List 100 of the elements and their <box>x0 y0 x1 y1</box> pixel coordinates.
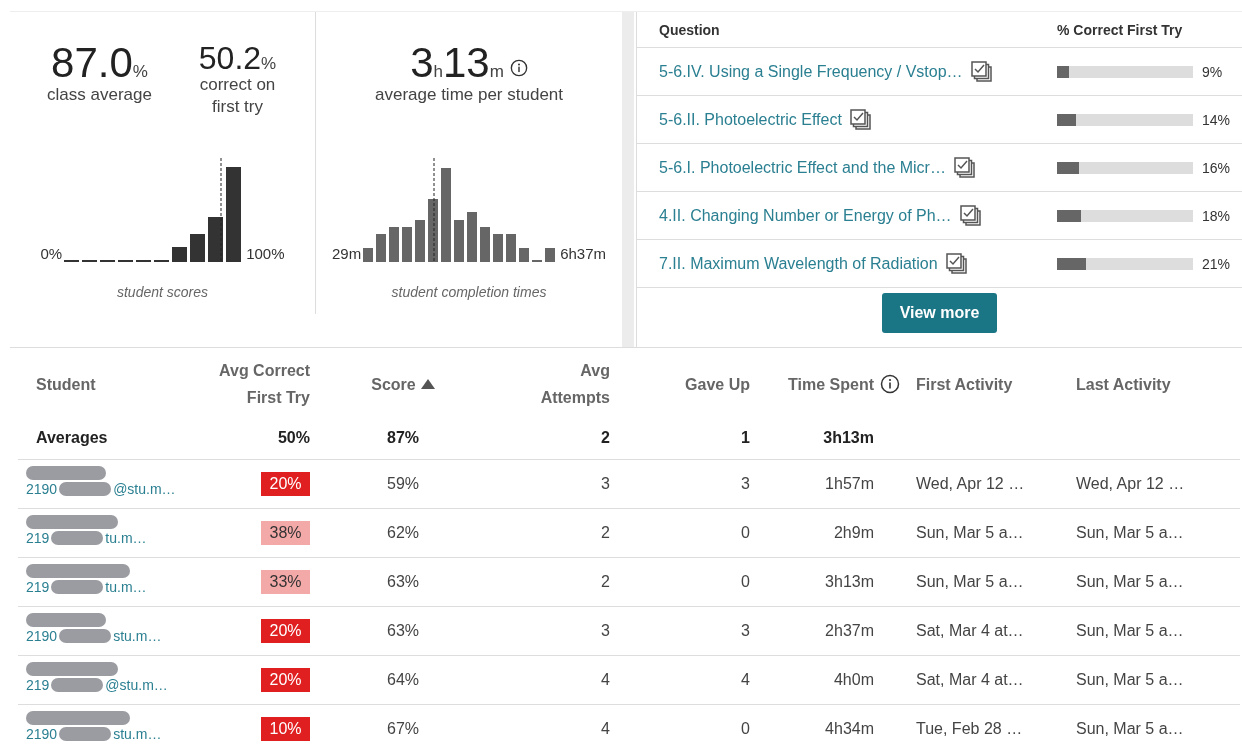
chart-caption: student scores <box>116 284 209 300</box>
histogram-bar <box>506 234 517 262</box>
histogram-bar <box>172 247 188 262</box>
table-cell: 3 <box>488 459 618 508</box>
column-header: Question <box>658 21 721 38</box>
percent-text: 14% <box>1202 111 1231 128</box>
column-header[interactable]: Avg Attempts <box>510 357 610 411</box>
table-cell: 62% <box>318 508 488 557</box>
histogram-bar <box>519 248 530 262</box>
table-cell: Sun, Mar 5 a… <box>1068 655 1240 704</box>
table-cell: Sun, Mar 5 a… <box>1068 557 1240 606</box>
axis-label: 6h37m <box>560 245 607 262</box>
email-text[interactable]: @stu.m… <box>105 676 168 693</box>
table-cell: Sun, Mar 5 a… <box>908 557 1068 606</box>
email-text[interactable]: tu.m… <box>105 578 147 595</box>
email-text[interactable]: 2190 <box>26 627 58 644</box>
table-cell: 3 <box>618 606 758 655</box>
histogram-bar <box>389 227 400 262</box>
histogram-bar <box>428 199 439 262</box>
table-cell: 0 <box>618 557 758 606</box>
axis-label: 29m <box>331 245 362 262</box>
histogram-bar <box>454 220 465 262</box>
score-badge: 33% <box>261 569 310 594</box>
column-header[interactable]: First Activity <box>916 370 1013 398</box>
column-header[interactable]: Score <box>371 370 416 398</box>
score-badge: 38% <box>261 520 310 545</box>
stat-value: 87.0% <box>51 42 148 84</box>
table-cell: 3h13m <box>758 557 908 606</box>
table-cell: 67% <box>318 704 488 749</box>
question-link[interactable]: 7.II. Maximum Wavelength of Radiation <box>659 254 938 273</box>
column-header[interactable]: Student <box>36 370 96 398</box>
histogram-bar <box>493 234 504 262</box>
email-text[interactable]: stu.m… <box>113 725 162 742</box>
table-cell: Averages <box>18 417 188 459</box>
chart-caption: student completion times <box>391 284 547 300</box>
stat-label: correct on first try <box>198 74 277 118</box>
email-text[interactable]: stu.m… <box>113 627 162 644</box>
table-cell: 2 <box>488 557 618 606</box>
table-cell: 3 <box>618 459 758 508</box>
table-cell: 63% <box>318 606 488 655</box>
view-more-button[interactable]: View more <box>881 293 998 333</box>
percent-text: 9% <box>1202 63 1223 80</box>
table-cell: Sun, Mar 5 a… <box>1068 606 1240 655</box>
email-text[interactable]: 219 <box>26 676 50 693</box>
column-header[interactable]: Gave Up <box>685 370 750 398</box>
score-badge: 20% <box>261 618 310 643</box>
column-header[interactable]: Last Activity <box>1076 370 1171 398</box>
info-icon[interactable] <box>509 59 528 77</box>
histogram-bar <box>545 248 556 262</box>
table-cell: 2h9m <box>758 508 908 557</box>
table-cell: Sun, Mar 5 a… <box>1068 704 1240 749</box>
table-cell: 4 <box>618 655 758 704</box>
table-cell: 0 <box>618 508 758 557</box>
table-cell: Wed, Apr 12 … <box>908 459 1068 508</box>
email-text[interactable]: 2190 <box>26 480 58 497</box>
stat-value: 3h 13m <box>410 42 528 84</box>
checkbox-stack-icon <box>849 108 872 131</box>
checkbox-stack-icon <box>959 204 982 227</box>
table-cell: Sat, Mar 4 at… <box>908 606 1068 655</box>
table-cell: 87% <box>318 417 488 459</box>
histogram-bar <box>402 227 413 262</box>
table-cell: 4 <box>488 704 618 749</box>
table-cell: 1 <box>618 417 758 459</box>
question-link[interactable]: 5-6.II. Photoelectric Effect <box>659 110 842 129</box>
question-link[interactable]: 4.II. Changing Number or Energy of Ph… <box>659 206 952 225</box>
table-cell: 2 <box>488 508 618 557</box>
histogram-bar <box>480 227 491 262</box>
histogram-bar <box>208 217 224 262</box>
table-cell: Sat, Mar 4 at… <box>908 655 1068 704</box>
table-cell: 4h0m <box>758 655 908 704</box>
stat-value: 50.2% <box>198 42 277 74</box>
email-text[interactable]: 219 <box>26 578 50 595</box>
histogram-bar <box>190 234 206 262</box>
score-badge: 10% <box>261 716 310 741</box>
question-link[interactable]: 5-6.IV. Using a Single Frequency / Vstop… <box>659 62 963 81</box>
stat-label: average time per student <box>373 84 565 106</box>
table-cell: 4 <box>488 655 618 704</box>
email-text[interactable]: tu.m… <box>105 529 147 546</box>
histogram-bar <box>467 212 478 262</box>
table-cell: Tue, Feb 28 … <box>908 704 1068 749</box>
checkbox-stack-icon <box>970 60 993 83</box>
column-header[interactable]: Time Spent <box>788 370 874 398</box>
percent-text: 16% <box>1202 159 1231 176</box>
score-badge: 20% <box>261 471 310 496</box>
email-text[interactable]: 219 <box>26 529 50 546</box>
table-cell: 50% <box>188 417 318 459</box>
column-header: % Correct First Try <box>1057 21 1183 38</box>
table-cell: Sun, Mar 5 a… <box>1068 508 1240 557</box>
table-cell: Wed, Apr 12 … <box>1068 459 1240 508</box>
question-link[interactable]: 5-6.I. Photoelectric Effect and the Micr… <box>659 158 946 177</box>
email-text[interactable]: @stu.m… <box>113 480 176 497</box>
axis-label: 0% <box>40 245 63 262</box>
table-cell: Sun, Mar 5 a… <box>908 508 1068 557</box>
column-header[interactable]: Avg Correct First Try <box>210 357 310 411</box>
checkbox-stack-icon <box>945 252 968 275</box>
axis-label: 100% <box>246 245 285 262</box>
email-text[interactable]: 2190 <box>26 725 58 742</box>
table-cell: 2 <box>488 417 618 459</box>
table-cell: 2h37m <box>758 606 908 655</box>
info-icon[interactable] <box>880 374 900 394</box>
